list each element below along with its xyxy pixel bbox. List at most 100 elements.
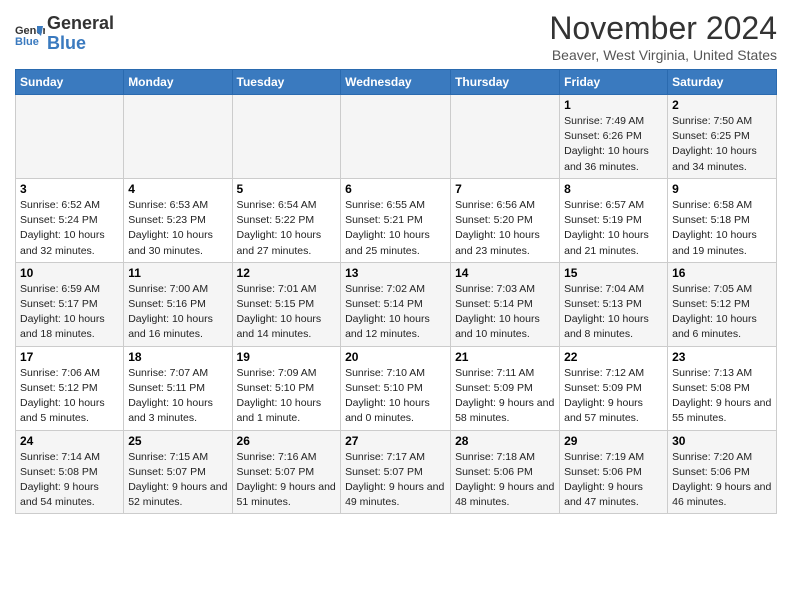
day-cell: 23 Sunrise: 7:13 AM Sunset: 5:08 PM Dayli…	[668, 346, 777, 430]
day-cell: 5 Sunrise: 6:54 AM Sunset: 5:22 PM Daylig…	[232, 178, 341, 262]
day-number: 22	[564, 350, 663, 364]
day-number: 13	[345, 266, 446, 280]
header-cell-saturday: Saturday	[668, 70, 777, 95]
day-cell: 21 Sunrise: 7:11 AM Sunset: 5:09 PM Dayli…	[451, 346, 560, 430]
day-number: 6	[345, 182, 446, 196]
day-cell: 12 Sunrise: 7:01 AM Sunset: 5:15 PM Dayli…	[232, 262, 341, 346]
day-number: 21	[455, 350, 555, 364]
day-cell: 16 Sunrise: 7:05 AM Sunset: 5:12 PM Dayli…	[668, 262, 777, 346]
logo-icon: General Blue	[15, 22, 45, 46]
day-info: Sunrise: 7:17 AM Sunset: 5:07 PM Dayligh…	[345, 450, 446, 511]
day-cell: 14 Sunrise: 7:03 AM Sunset: 5:14 PM Dayli…	[451, 262, 560, 346]
day-cell: 25 Sunrise: 7:15 AM Sunset: 5:07 PM Dayli…	[124, 430, 232, 514]
day-info: Sunrise: 7:02 AM Sunset: 5:14 PM Dayligh…	[345, 282, 446, 343]
day-info: Sunrise: 7:03 AM Sunset: 5:14 PM Dayligh…	[455, 282, 555, 343]
header-cell-monday: Monday	[124, 70, 232, 95]
day-info: Sunrise: 7:20 AM Sunset: 5:06 PM Dayligh…	[672, 450, 772, 511]
day-number: 2	[672, 98, 772, 112]
header: General Blue General Blue November 2024 …	[15, 10, 777, 63]
day-number: 25	[128, 434, 227, 448]
day-info: Sunrise: 7:12 AM Sunset: 5:09 PM Dayligh…	[564, 366, 663, 427]
day-cell: 20Sunrise: 7:10 AM Sunset: 5:10 PM Dayli…	[341, 346, 451, 430]
week-row-3: 10Sunrise: 6:59 AM Sunset: 5:17 PM Dayli…	[16, 262, 777, 346]
day-info: Sunrise: 6:52 AM Sunset: 5:24 PM Dayligh…	[20, 198, 119, 259]
day-cell: 30 Sunrise: 7:20 AM Sunset: 5:06 PM Dayli…	[668, 430, 777, 514]
day-info: Sunrise: 6:56 AM Sunset: 5:20 PM Dayligh…	[455, 198, 555, 259]
day-number: 27	[345, 434, 446, 448]
logo: General Blue General Blue	[15, 14, 114, 54]
day-info: Sunrise: 7:05 AM Sunset: 5:12 PM Dayligh…	[672, 282, 772, 343]
day-number: 9	[672, 182, 772, 196]
day-info: Sunrise: 7:16 AM Sunset: 5:07 PM Dayligh…	[237, 450, 337, 511]
header-cell-wednesday: Wednesday	[341, 70, 451, 95]
title-area: November 2024 Beaver, West Virginia, Uni…	[549, 10, 777, 63]
day-cell: 3 Sunrise: 6:52 AM Sunset: 5:24 PM Daylig…	[16, 178, 124, 262]
day-cell	[451, 95, 560, 179]
day-cell: 15 Sunrise: 7:04 AM Sunset: 5:13 PM Dayli…	[560, 262, 668, 346]
day-info: Sunrise: 6:55 AM Sunset: 5:21 PM Dayligh…	[345, 198, 446, 259]
day-info: Sunrise: 7:01 AM Sunset: 5:15 PM Dayligh…	[237, 282, 337, 343]
day-number: 10	[20, 266, 119, 280]
day-number: 14	[455, 266, 555, 280]
day-cell: 13 Sunrise: 7:02 AM Sunset: 5:14 PM Dayli…	[341, 262, 451, 346]
day-info: Sunrise: 7:11 AM Sunset: 5:09 PM Dayligh…	[455, 366, 555, 427]
header-cell-tuesday: Tuesday	[232, 70, 341, 95]
week-row-1: 1 Sunrise: 7:49 AM Sunset: 6:26 PM Daylig…	[16, 95, 777, 179]
location: Beaver, West Virginia, United States	[549, 47, 777, 63]
day-info: Sunrise: 6:57 AM Sunset: 5:19 PM Dayligh…	[564, 198, 663, 259]
day-cell: 28Sunrise: 7:18 AM Sunset: 5:06 PM Dayli…	[451, 430, 560, 514]
day-number: 24	[20, 434, 119, 448]
header-cell-thursday: Thursday	[451, 70, 560, 95]
day-number: 16	[672, 266, 772, 280]
day-cell: 29Sunrise: 7:19 AM Sunset: 5:06 PM Dayli…	[560, 430, 668, 514]
day-cell: 18 Sunrise: 7:07 AM Sunset: 5:11 PM Dayli…	[124, 346, 232, 430]
day-cell: 9 Sunrise: 6:58 AM Sunset: 5:18 PM Daylig…	[668, 178, 777, 262]
week-row-2: 3 Sunrise: 6:52 AM Sunset: 5:24 PM Daylig…	[16, 178, 777, 262]
day-number: 17	[20, 350, 119, 364]
day-number: 30	[672, 434, 772, 448]
day-number: 7	[455, 182, 555, 196]
day-info: Sunrise: 7:15 AM Sunset: 5:07 PM Dayligh…	[128, 450, 227, 511]
day-cell: 17 Sunrise: 7:06 AM Sunset: 5:12 PM Dayli…	[16, 346, 124, 430]
day-number: 26	[237, 434, 337, 448]
header-cell-sunday: Sunday	[16, 70, 124, 95]
day-info: Sunrise: 6:54 AM Sunset: 5:22 PM Dayligh…	[237, 198, 337, 259]
header-row: SundayMondayTuesdayWednesdayThursdayFrid…	[16, 70, 777, 95]
day-cell: 1 Sunrise: 7:49 AM Sunset: 6:26 PM Daylig…	[560, 95, 668, 179]
day-number: 19	[237, 350, 337, 364]
day-number: 28	[455, 434, 555, 448]
day-cell: 26 Sunrise: 7:16 AM Sunset: 5:07 PM Dayli…	[232, 430, 341, 514]
day-info: Sunrise: 7:04 AM Sunset: 5:13 PM Dayligh…	[564, 282, 663, 343]
day-number: 15	[564, 266, 663, 280]
day-cell	[341, 95, 451, 179]
day-cell	[232, 95, 341, 179]
day-info: Sunrise: 7:06 AM Sunset: 5:12 PM Dayligh…	[20, 366, 119, 427]
day-number: 3	[20, 182, 119, 196]
week-row-4: 17 Sunrise: 7:06 AM Sunset: 5:12 PM Dayli…	[16, 346, 777, 430]
day-cell: 4Sunrise: 6:53 AM Sunset: 5:23 PM Daylig…	[124, 178, 232, 262]
day-cell: 6 Sunrise: 6:55 AM Sunset: 5:21 PM Daylig…	[341, 178, 451, 262]
day-info: Sunrise: 7:07 AM Sunset: 5:11 PM Dayligh…	[128, 366, 227, 427]
day-info: Sunrise: 7:13 AM Sunset: 5:08 PM Dayligh…	[672, 366, 772, 427]
day-number: 23	[672, 350, 772, 364]
day-number: 29	[564, 434, 663, 448]
day-cell: 24Sunrise: 7:14 AM Sunset: 5:08 PM Dayli…	[16, 430, 124, 514]
day-number: 20	[345, 350, 446, 364]
day-number: 8	[564, 182, 663, 196]
day-number: 12	[237, 266, 337, 280]
day-cell: 2Sunrise: 7:50 AM Sunset: 6:25 PM Daylig…	[668, 95, 777, 179]
day-number: 1	[564, 98, 663, 112]
day-number: 11	[128, 266, 227, 280]
day-info: Sunrise: 7:09 AM Sunset: 5:10 PM Dayligh…	[237, 366, 337, 427]
month-title: November 2024	[549, 10, 777, 47]
day-info: Sunrise: 6:58 AM Sunset: 5:18 PM Dayligh…	[672, 198, 772, 259]
day-cell: 19 Sunrise: 7:09 AM Sunset: 5:10 PM Dayli…	[232, 346, 341, 430]
day-number: 18	[128, 350, 227, 364]
day-info: Sunrise: 7:49 AM Sunset: 6:26 PM Dayligh…	[564, 114, 663, 175]
day-cell: 27 Sunrise: 7:17 AM Sunset: 5:07 PM Dayli…	[341, 430, 451, 514]
day-number: 5	[237, 182, 337, 196]
day-cell: 22 Sunrise: 7:12 AM Sunset: 5:09 PM Dayli…	[560, 346, 668, 430]
day-cell: 8 Sunrise: 6:57 AM Sunset: 5:19 PM Daylig…	[560, 178, 668, 262]
calendar-table: SundayMondayTuesdayWednesdayThursdayFrid…	[15, 69, 777, 514]
day-info: Sunrise: 7:00 AM Sunset: 5:16 PM Dayligh…	[128, 282, 227, 343]
